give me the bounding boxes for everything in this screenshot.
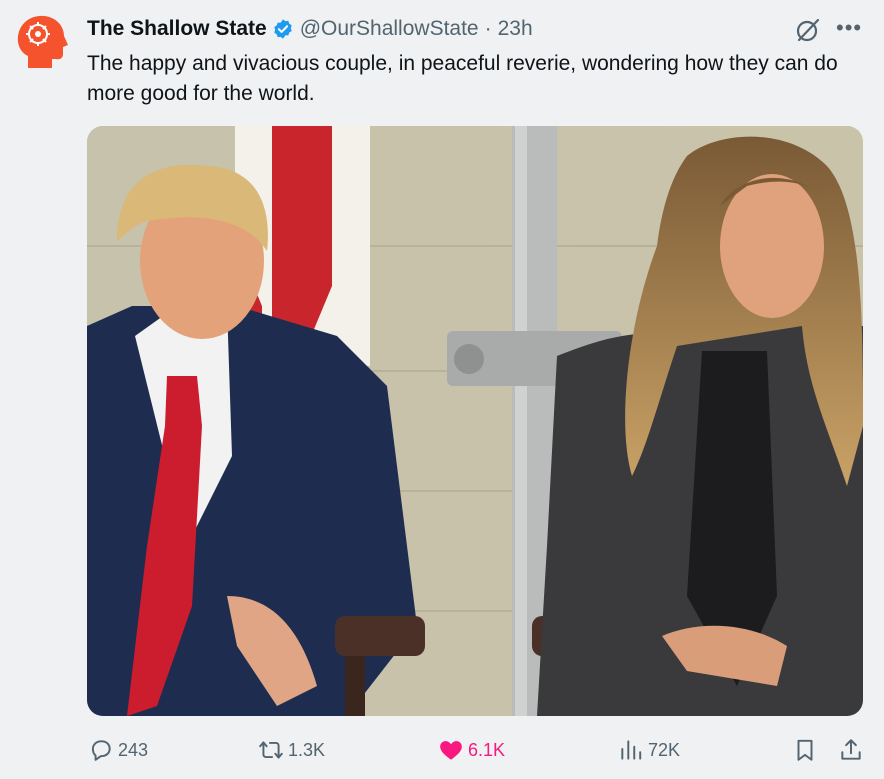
verified-badge-icon — [273, 19, 292, 39]
reply-count: 243 — [118, 739, 149, 760]
shallow-state-logo-icon — [17, 15, 69, 68]
grok-icon[interactable] — [794, 16, 822, 44]
more-icon[interactable]: ••• — [836, 17, 862, 39]
post-header: The Shallow State @OurShallowState · 23h — [87, 14, 533, 44]
views-button[interactable]: 72K — [618, 730, 680, 770]
post-time[interactable]: 23h — [498, 17, 533, 41]
author-handle[interactable]: @OurShallowState — [300, 17, 479, 41]
bookmark-button[interactable] — [792, 730, 822, 770]
post-text: The happy and vivacious couple, in peace… — [87, 52, 838, 105]
reply-icon — [91, 740, 111, 761]
repost-icon — [259, 741, 283, 759]
separator-dot: · — [484, 17, 492, 40]
reply-button[interactable]: 243 — [88, 730, 148, 770]
repost-count: 1.3K — [288, 739, 326, 760]
avatar[interactable] — [14, 12, 72, 72]
repost-button[interactable]: 1.3K — [258, 730, 325, 770]
share-button[interactable] — [838, 730, 868, 770]
views-icon — [621, 740, 642, 760]
post-image[interactable] — [87, 126, 863, 716]
share-icon — [841, 739, 861, 760]
post-actions: 243 1.3K 6.1K 72K — [0, 730, 884, 770]
heart-icon — [440, 741, 462, 760]
like-button[interactable]: 6.1K — [438, 730, 505, 770]
bookmark-icon — [797, 739, 813, 761]
like-count: 6.1K — [468, 739, 506, 760]
author-name[interactable]: The Shallow State — [87, 17, 267, 41]
views-count: 72K — [648, 739, 681, 760]
